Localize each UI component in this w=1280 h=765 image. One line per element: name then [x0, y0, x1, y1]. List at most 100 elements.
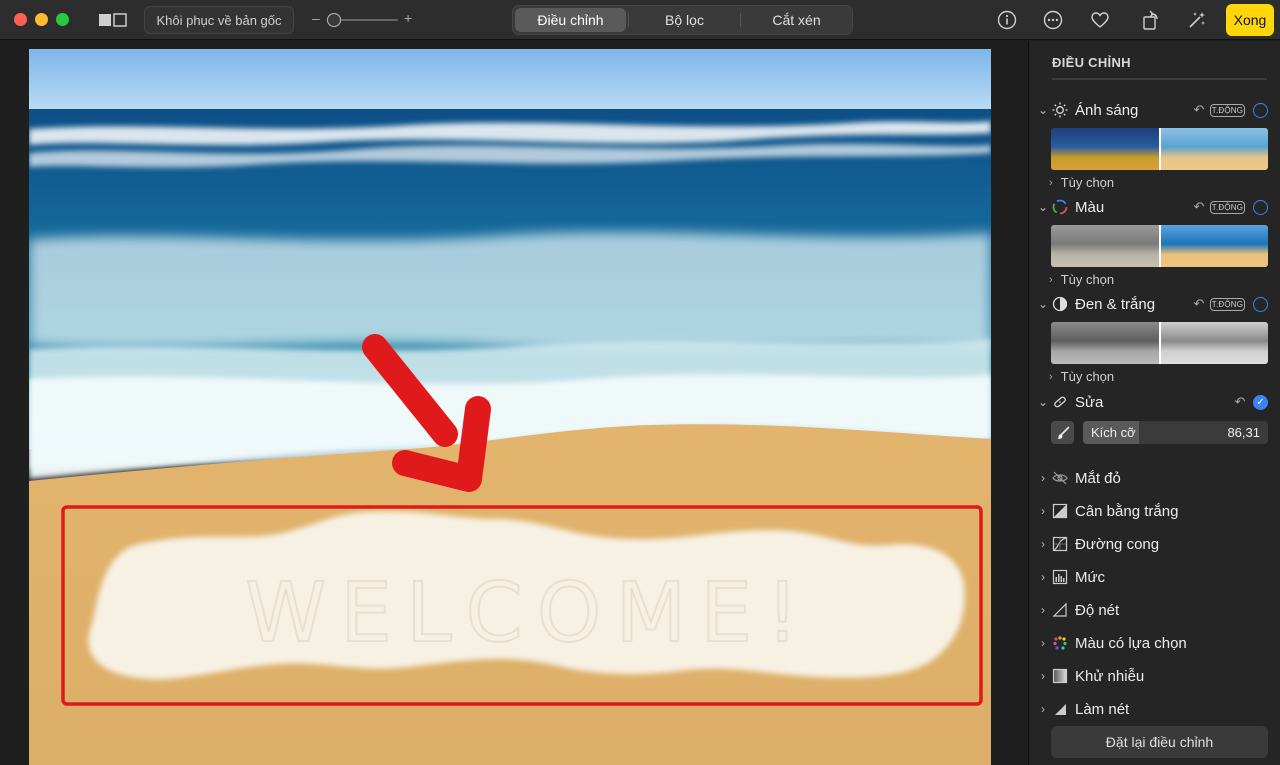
- enable-toggle[interactable]: [1253, 102, 1268, 118]
- section-levels[interactable]: › Mức: [1029, 565, 1280, 589]
- window-minimize-button[interactable]: [35, 13, 48, 26]
- chevron-down-icon[interactable]: ⌄: [1037, 103, 1049, 117]
- toolbar: Khôi phục về bản gốc – + Điều chỉnh Bộ l…: [0, 0, 1280, 40]
- chevron-right-icon[interactable]: ›: [1037, 570, 1049, 584]
- brush-size-label: Kích cỡ: [1091, 425, 1136, 440]
- tab-adjust[interactable]: Điều chỉnh: [515, 8, 626, 32]
- brush-size-slider[interactable]: Kích cỡ 86,31: [1083, 421, 1268, 444]
- selective-color-icon: [1052, 635, 1068, 651]
- info-icon[interactable]: [996, 9, 1018, 31]
- beach-photo[interactable]: WELCOME!: [29, 49, 991, 765]
- sand-writing: WELCOME!: [245, 566, 813, 661]
- color-wheel-icon: [1052, 199, 1068, 215]
- done-button[interactable]: Xong: [1226, 4, 1274, 36]
- more-options-icon[interactable]: [1042, 9, 1064, 31]
- white-balance-icon: [1052, 503, 1068, 519]
- adjustments-sidebar: ĐIỀU CHỈNH ⌄ Ánh sáng ↶ T.ĐỘNG › Tùy chọn…: [1028, 41, 1280, 765]
- light-preview-strip[interactable]: [1051, 128, 1268, 170]
- color-preview-strip[interactable]: [1051, 225, 1268, 267]
- section-vignette[interactable]: › Làm nét: [1029, 697, 1280, 721]
- levels-icon: [1052, 569, 1068, 585]
- brush-tool-icon[interactable]: [1051, 421, 1074, 444]
- section-label: Khử nhiễu: [1075, 667, 1145, 685]
- section-label: Độ nét: [1075, 601, 1120, 619]
- photo-canvas: WELCOME!: [0, 41, 1028, 765]
- divider: [1052, 78, 1267, 80]
- compare-view-icon[interactable]: [98, 11, 128, 29]
- brush-size-value: 86,31: [1227, 425, 1260, 440]
- strip-handle[interactable]: [1159, 322, 1161, 364]
- section-light[interactable]: ⌄ Ánh sáng ↶ T.ĐỘNG: [1029, 98, 1280, 122]
- enable-toggle[interactable]: [1253, 296, 1268, 312]
- reset-adjustments-button[interactable]: Đặt lại điều chỉnh: [1051, 726, 1268, 758]
- section-label: Màu: [1075, 198, 1105, 216]
- chevron-right-icon: ›: [1049, 273, 1053, 286]
- section-label: Ánh sáng: [1075, 101, 1139, 119]
- chevron-right-icon[interactable]: ›: [1037, 537, 1049, 551]
- color-options-toggle[interactable]: › Tùy chọn: [1049, 272, 1114, 287]
- section-label: Cân bằng trắng: [1075, 502, 1179, 520]
- sidebar-title: ĐIỀU CHỈNH: [1052, 55, 1131, 70]
- section-curves[interactable]: › Đường cong: [1029, 532, 1280, 556]
- section-label: Làm nét: [1075, 700, 1130, 718]
- chevron-right-icon[interactable]: ›: [1037, 702, 1049, 716]
- section-retouch[interactable]: ⌄ Sửa ↶ ✓: [1029, 390, 1280, 414]
- auto-enhance-icon[interactable]: [1186, 9, 1208, 31]
- section-definition[interactable]: › Độ nét: [1029, 598, 1280, 622]
- section-label: Sửa: [1075, 393, 1104, 411]
- chevron-right-icon[interactable]: ›: [1037, 603, 1049, 617]
- tab-filters[interactable]: Bộ lọc: [629, 6, 740, 34]
- options-label: Tùy chọn: [1060, 272, 1115, 287]
- undo-icon[interactable]: ↶: [1192, 199, 1206, 214]
- section-color[interactable]: ⌄ Màu ↶ T.ĐỘNG: [1029, 195, 1280, 219]
- strip-handle[interactable]: [1159, 128, 1161, 170]
- section-label: Mắt đỏ: [1075, 469, 1121, 487]
- black-white-preview-strip[interactable]: [1051, 322, 1268, 364]
- undo-icon[interactable]: ↶: [1233, 394, 1247, 409]
- chevron-right-icon: ›: [1049, 176, 1053, 189]
- auto-button[interactable]: T.ĐỘNG: [1210, 297, 1245, 311]
- chevron-right-icon[interactable]: ›: [1037, 636, 1049, 650]
- chevron-down-icon[interactable]: ⌄: [1037, 200, 1049, 214]
- chevron-down-icon[interactable]: ⌄: [1037, 395, 1049, 409]
- section-label: Mức: [1075, 568, 1106, 586]
- window-close-button[interactable]: [14, 13, 27, 26]
- section-label: Đen & trắng: [1075, 295, 1156, 313]
- curves-icon: [1052, 536, 1068, 552]
- chevron-right-icon: ›: [1049, 370, 1053, 383]
- options-label: Tùy chọn: [1060, 175, 1115, 190]
- strip-handle[interactable]: [1159, 225, 1161, 267]
- edit-mode-tabs: Điều chỉnh Bộ lọc Cắt xén: [512, 5, 853, 35]
- section-label: Màu có lựa chọn: [1075, 634, 1187, 652]
- undo-icon[interactable]: ↶: [1192, 102, 1206, 117]
- section-selective-color[interactable]: › Màu có lựa chọn: [1029, 631, 1280, 655]
- chevron-right-icon[interactable]: ›: [1037, 504, 1049, 518]
- sun-icon: [1052, 102, 1068, 118]
- tab-crop[interactable]: Cắt xén: [741, 6, 852, 34]
- zoom-slider-handle[interactable]: [327, 13, 341, 27]
- undo-icon[interactable]: ↶: [1192, 296, 1206, 311]
- light-options-toggle[interactable]: › Tùy chọn: [1049, 175, 1114, 190]
- auto-button[interactable]: T.ĐỘNG: [1210, 200, 1245, 214]
- revert-to-original-button[interactable]: Khôi phục về bản gốc: [144, 6, 294, 34]
- enable-toggle[interactable]: [1253, 199, 1268, 215]
- favorite-heart-icon[interactable]: [1089, 9, 1111, 31]
- rotate-icon[interactable]: [1140, 8, 1162, 32]
- section-noise-reduction[interactable]: › Khử nhiễu: [1029, 664, 1280, 688]
- enabled-check-icon[interactable]: ✓: [1253, 394, 1268, 410]
- eye-icon: [1052, 470, 1068, 486]
- chevron-right-icon[interactable]: ›: [1037, 669, 1049, 683]
- window-maximize-button[interactable]: [56, 13, 69, 26]
- black-white-options-toggle[interactable]: › Tùy chọn: [1049, 369, 1114, 384]
- zoom-in-icon[interactable]: +: [404, 10, 412, 26]
- chevron-down-icon[interactable]: ⌄: [1037, 297, 1049, 311]
- sharpen-icon: [1052, 602, 1068, 618]
- section-red-eye[interactable]: › Mắt đỏ: [1029, 466, 1280, 490]
- chevron-right-icon[interactable]: ›: [1037, 471, 1049, 485]
- zoom-out-icon[interactable]: –: [312, 10, 320, 26]
- section-black-white[interactable]: ⌄ Đen & trắng ↶ T.ĐỘNG: [1029, 292, 1280, 316]
- section-label: Đường cong: [1075, 535, 1160, 553]
- noise-reduction-icon: [1052, 668, 1068, 684]
- section-white-balance[interactable]: › Cân bằng trắng: [1029, 499, 1280, 523]
- auto-button[interactable]: T.ĐỘNG: [1210, 103, 1245, 117]
